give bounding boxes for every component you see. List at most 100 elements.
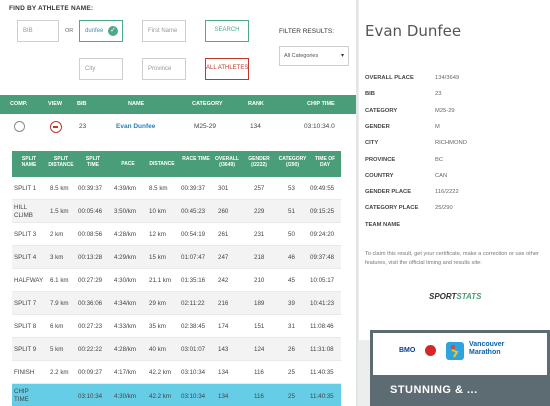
split-cell-overall: 247 <box>218 254 229 261</box>
province-input[interactable]: Province <box>142 58 186 80</box>
split-cell-gender: 116 <box>254 369 264 376</box>
athlete-name-link[interactable]: Evan Dunfee <box>116 123 155 130</box>
city-input[interactable]: City <box>79 58 123 80</box>
split-cell-cat: 53 <box>288 185 295 192</box>
result-row[interactable]: 23 Evan Dunfee M25-29 134 03:10:34.0 <box>0 116 356 139</box>
split-cell-stime: 00:39:37 <box>78 185 103 192</box>
col-category-place: CATEGORY (/290) <box>278 156 307 168</box>
split-cell-gender: 231 <box>254 231 265 238</box>
split-cell-cat: 50 <box>288 231 295 238</box>
split-cell-cat: 46 <box>288 254 295 261</box>
split-cell-stime: 00:27:23 <box>78 323 103 330</box>
split-cell-pace: 4:30/km <box>114 393 137 400</box>
split-cell-rtime: 01:35:16 <box>181 277 206 284</box>
detail-value: RICHMOND <box>435 140 467 147</box>
split-cell-gender: 124 <box>254 346 265 353</box>
category-filter-select[interactable]: All Categories ▾ <box>279 46 349 66</box>
split-cell-dist: 40 km <box>149 346 166 353</box>
split-row: SPLIT 1 8.5 km 00:39:37 4:39/km 8.5 km 00:39:… <box>12 177 341 200</box>
split-cell-tod: 11:40:35 <box>310 369 334 376</box>
split-cell-dist: 42.2 km <box>149 393 172 400</box>
split-cell-overall: 143 <box>218 346 229 353</box>
split-cell-pace: 4:29/km <box>114 254 137 261</box>
all-athletes-button[interactable]: ALL ATHLETES <box>205 58 249 80</box>
split-cell-sdist: 8.5 km <box>50 185 69 192</box>
athlete-title: Evan Dunfee <box>365 22 462 40</box>
split-cell-gender: 210 <box>254 277 265 284</box>
results-page: FIND BY ATHLETE NAME: BIB OR dunfee ✓ Fi… <box>0 0 550 406</box>
split-cell-dist: 15 km <box>149 254 166 261</box>
split-cell-overall: 260 <box>218 208 229 215</box>
split-cell-rtime: 03:01:07 <box>181 346 206 353</box>
ad-tagline: STUNNING & ... <box>390 384 478 396</box>
split-cell-cat: 26 <box>288 346 295 353</box>
col-gender: GENDER (/2222) <box>248 156 270 168</box>
bmo-label: BMO <box>399 347 416 354</box>
last-name-value: dunfee <box>85 28 104 34</box>
split-cell-name: HALFWAY <box>14 277 44 284</box>
split-cell-tod: 11:40:35 <box>310 393 334 400</box>
filter-results-label: FILTER RESULTS: <box>279 28 335 35</box>
split-cell-name: SPLIT 9 <box>14 346 37 353</box>
col-rank: RANK <box>248 101 264 107</box>
split-row: HALFWAY 6.1 km 00:27:29 4:30/km 21.1 km 01:35… <box>12 269 341 292</box>
split-cell-gender: 257 <box>254 185 265 192</box>
split-cell-dist: 10 km <box>149 208 166 215</box>
col-chip-time: CHIP TIME <box>307 101 335 107</box>
sportstats-b: STATS <box>456 292 482 301</box>
split-cell-cat: 39 <box>288 300 295 307</box>
split-cell-dist: 42.2 km <box>149 369 172 376</box>
col-split-name: SPLIT NAME <box>21 156 37 168</box>
split-cell-cat: 51 <box>288 208 295 215</box>
split-cell-pace: 4:28/km <box>114 231 137 238</box>
collapse-icon[interactable] <box>50 121 62 133</box>
bib-input[interactable]: BIB <box>17 20 59 42</box>
split-cell-name: SPLIT 1 <box>14 185 37 192</box>
split-row: SPLIT 3 2 km 00:08:56 4:28/km 12 km 00:54:19 2… <box>12 223 341 246</box>
ad-vancouver: Vancouver <box>469 341 505 348</box>
detail-label: TEAM NAME <box>365 221 401 228</box>
split-cell-gender: 151 <box>254 323 265 330</box>
athlete-detail-panel: Evan Dunfee OVERALL PLACE 134/3649 BIB 23 CA… <box>359 0 550 340</box>
split-cell-rtime: 00:45:23 <box>181 208 206 215</box>
split-cell-dist: 35 km <box>149 323 166 330</box>
split-cell-gender: 189 <box>254 300 265 307</box>
split-cell-stime: 00:05:46 <box>78 208 103 215</box>
split-cell-name: CHIP TIME <box>14 388 29 403</box>
first-name-input[interactable]: First Name <box>142 20 186 42</box>
search-button[interactable]: SEARCH <box>205 20 249 42</box>
split-cell-dist: 8.5 km <box>149 185 168 192</box>
col-split-distance: SPLIT DISTANCE <box>48 156 74 168</box>
split-cell-overall: 134 <box>218 393 229 400</box>
split-cell-pace: 4:28/km <box>114 346 137 353</box>
bmo-logo-icon <box>425 345 436 356</box>
ad-marathon: Marathon <box>469 349 501 356</box>
split-cell-tod: 10:41:23 <box>310 300 335 307</box>
split-cell-overall: 216 <box>218 300 229 307</box>
marathon-ad-banner[interactable]: BMO Vancouver Marathon STUNNING & ... <box>370 330 550 406</box>
detail-label: CATEGORY PLACE <box>365 205 419 212</box>
split-row: SPLIT 7 7.9 km 00:36:06 4:34/km 29 km 02:11:2… <box>12 292 341 315</box>
split-cell-sdist: 5 km <box>50 346 64 353</box>
compare-radio[interactable] <box>14 121 25 132</box>
splits-header: SPLIT NAME SPLIT DISTANCE SPLIT TIME PAC… <box>12 151 341 177</box>
split-cell-overall: 134 <box>218 369 229 376</box>
split-cell-gender: 218 <box>254 254 265 261</box>
split-cell-overall: 242 <box>218 277 229 284</box>
detail-value: BC <box>435 156 444 163</box>
split-row: SPLIT 4 3 km 00:13:28 4:29/km 15 km 01:07:47 2… <box>12 246 341 269</box>
split-cell-tod: 09:15:25 <box>310 208 335 215</box>
col-overall: OVERALL (/3649) <box>215 156 239 168</box>
split-cell-cat: 31 <box>288 323 295 330</box>
split-cell-sdist: 2.2 km <box>50 369 69 376</box>
split-cell-tod: 09:37:48 <box>310 254 335 261</box>
detail-label: CATEGORY <box>365 107 398 114</box>
split-cell-rtime: 00:39:37 <box>181 185 206 192</box>
split-cell-stime: 00:09:27 <box>78 369 103 376</box>
sportstats-logo[interactable]: SPORTSTATS <box>429 292 481 301</box>
col-race-time: RACE TIME <box>182 156 210 162</box>
row-chip-time: 03:10:34.0 <box>304 123 335 130</box>
split-cell-name: HILL CLIMB <box>14 204 33 219</box>
col-split-time: SPLIT TIME <box>85 156 101 168</box>
last-name-input[interactable]: dunfee ✓ <box>79 20 123 42</box>
